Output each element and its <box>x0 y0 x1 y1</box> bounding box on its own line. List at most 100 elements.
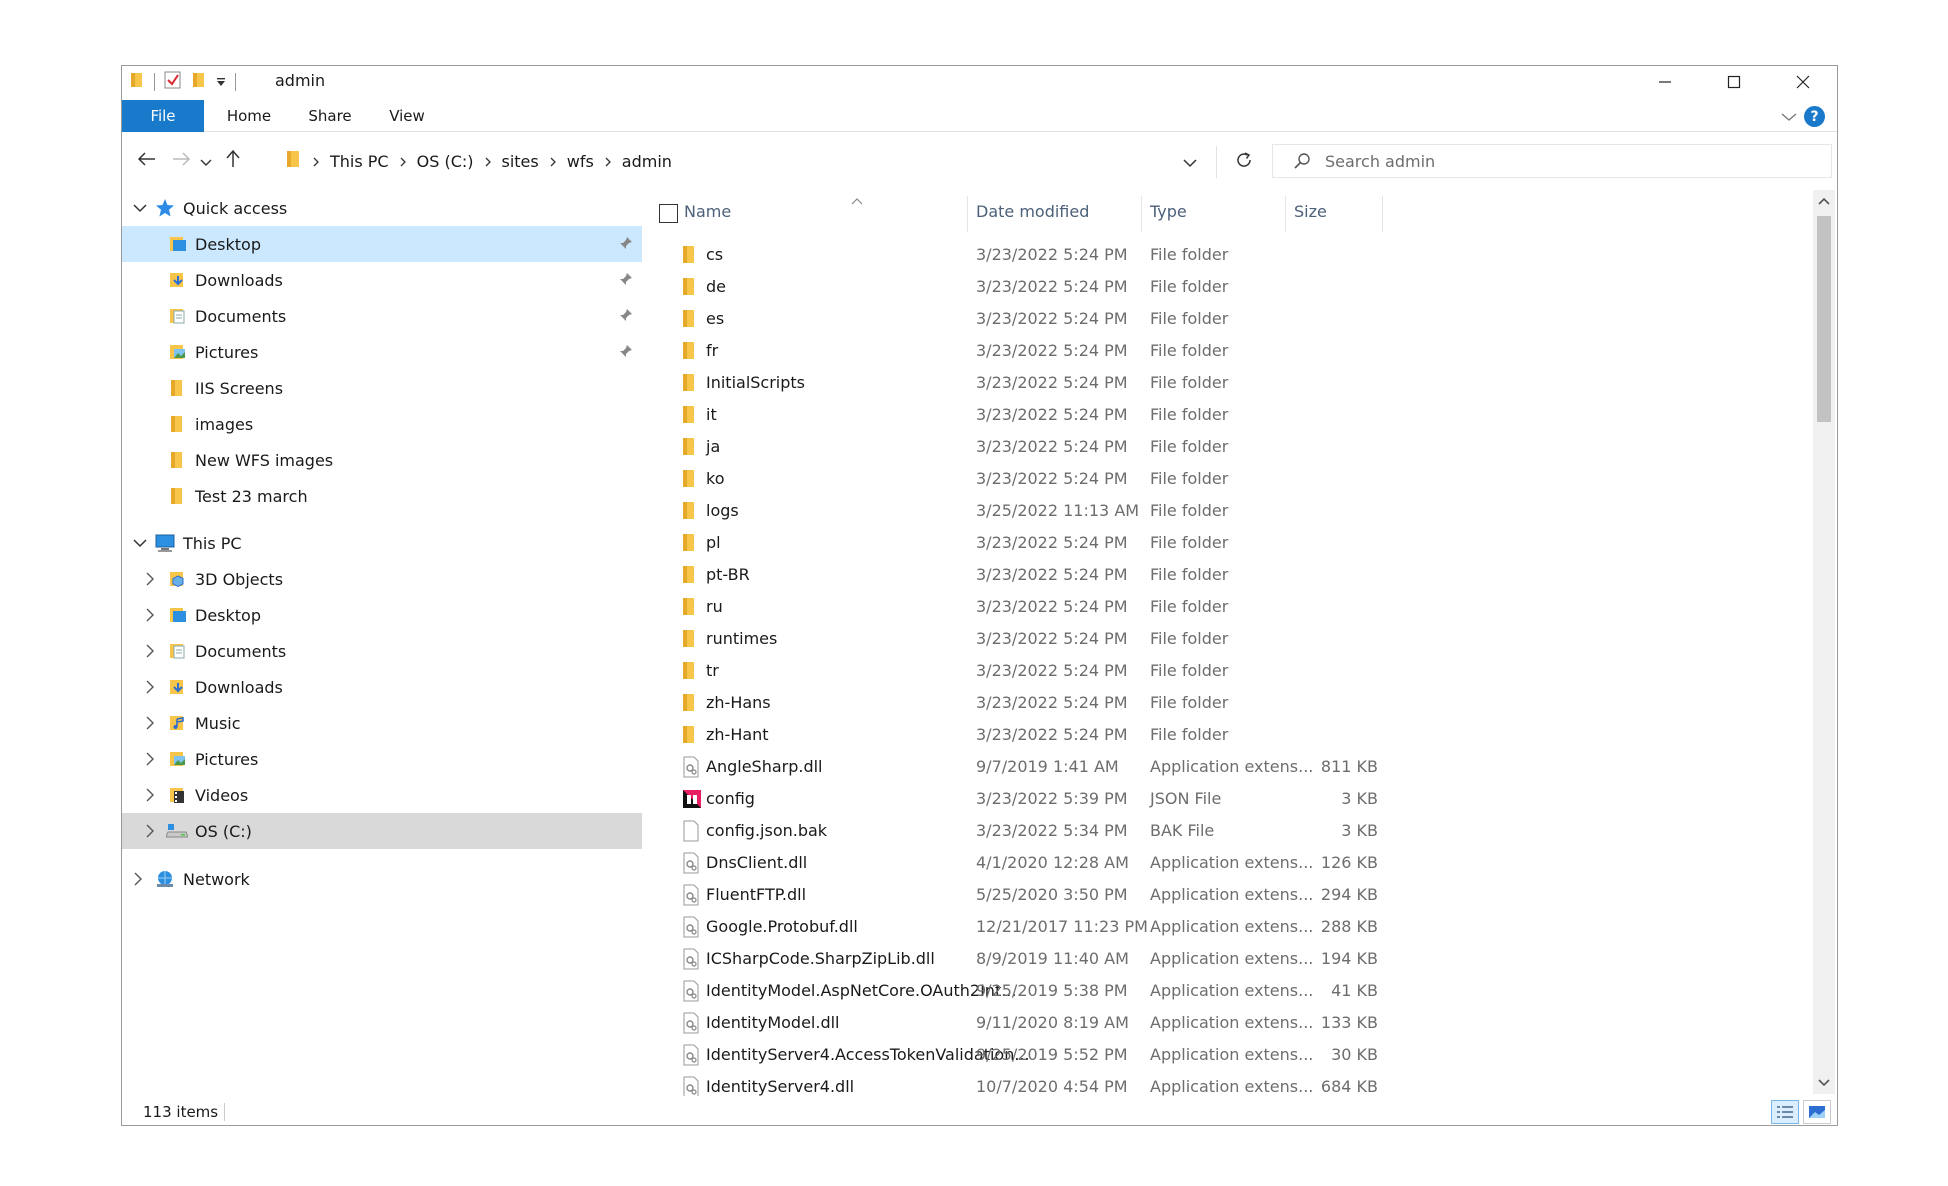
column-header-name[interactable]: Name <box>684 202 731 221</box>
breadcrumb-sites[interactable]: sites <box>474 152 539 171</box>
up-button[interactable] <box>218 144 248 178</box>
nav-quick-access[interactable]: Quick access <box>122 190 642 226</box>
file-row[interactable]: Google.Protobuf.dll 12/21/2017 11:23 PM Ap… <box>642 911 1812 943</box>
help-icon[interactable]: ? <box>1804 106 1825 127</box>
search-input[interactable]: Search admin <box>1325 152 1435 171</box>
breadcrumb-os-c[interactable]: OS (C:) <box>389 152 474 171</box>
chevron-right-icon[interactable] <box>142 643 158 659</box>
pin-icon[interactable] <box>619 271 633 290</box>
column-divider[interactable] <box>1382 196 1383 232</box>
tab-home[interactable]: Home <box>210 100 288 132</box>
chevron-right-icon[interactable] <box>130 871 146 887</box>
column-header-size[interactable]: Size <box>1294 202 1327 221</box>
file-row[interactable]: AngleSharp.dll 9/7/2019 1:41 AM Applicatio… <box>642 751 1812 783</box>
back-button[interactable] <box>132 144 162 178</box>
file-row[interactable]: IdentityServer4.AccessTokenValidation...… <box>642 1039 1812 1071</box>
column-header-type[interactable]: Type <box>1150 202 1187 221</box>
nav-pc-documents[interactable]: Documents <box>122 633 642 669</box>
nav-pc-os-c[interactable]: OS (C:) <box>122 813 642 849</box>
nav-quick-downloads[interactable]: Downloads <box>122 262 642 298</box>
file-row[interactable]: zh-Hant 3/23/2022 5:24 PM File folder <box>642 719 1812 751</box>
file-row[interactable]: runtimes 3/23/2022 5:24 PM File folder <box>642 623 1812 655</box>
column-header-date-modified[interactable]: Date modified <box>976 202 1089 221</box>
chevron-right-icon[interactable] <box>142 823 158 839</box>
file-row[interactable]: ICSharpCode.SharpZipLib.dll 8/9/2019 11:4… <box>642 943 1812 975</box>
recent-locations-button[interactable] <box>194 144 218 178</box>
file-row[interactable]: cs 3/23/2022 5:24 PM File folder <box>642 239 1812 271</box>
file-row[interactable]: InitialScripts 3/23/2022 5:24 PM File fold… <box>642 367 1812 399</box>
maximize-button[interactable] <box>1699 66 1768 98</box>
nav-pc-music[interactable]: Music <box>122 705 642 741</box>
file-row[interactable]: es 3/23/2022 5:24 PM File folder <box>642 303 1812 335</box>
expand-ribbon-icon[interactable] <box>1781 108 1797 127</box>
refresh-button[interactable] <box>1216 146 1270 178</box>
select-all-checkbox[interactable] <box>659 204 678 223</box>
address-dropdown-icon[interactable] <box>1182 154 1198 173</box>
chevron-right-icon[interactable] <box>142 715 158 731</box>
file-row[interactable]: IdentityModel.dll 9/11/2020 8:19 AM Applic… <box>642 1007 1812 1039</box>
breadcrumb-this-pc[interactable]: This PC <box>302 152 389 171</box>
new-folder-icon[interactable] <box>191 71 207 93</box>
chevron-right-icon[interactable] <box>142 607 158 623</box>
nav-pc-downloads[interactable]: Downloads <box>122 669 642 705</box>
file-row[interactable]: IdentityModel.AspNetCore.OAuth2Int... 9/2… <box>642 975 1812 1007</box>
scrollbar-thumb[interactable] <box>1817 216 1831 422</box>
nav-pc-videos[interactable]: Videos <box>122 777 642 813</box>
chevron-right-icon[interactable] <box>142 571 158 587</box>
nav-pc-3d-objects[interactable]: 3D Objects <box>122 561 642 597</box>
customize-qat-icon[interactable] <box>215 73 227 92</box>
search-box[interactable]: Search admin <box>1272 144 1832 178</box>
file-row[interactable]: ko 3/23/2022 5:24 PM File folder <box>642 463 1812 495</box>
breadcrumb-wfs[interactable]: wfs <box>539 152 594 171</box>
column-divider[interactable] <box>1141 196 1142 232</box>
nav-quick-documents[interactable]: Documents <box>122 298 642 334</box>
nav-this-pc[interactable]: This PC <box>122 525 642 561</box>
nav-quick-desktop[interactable]: Desktop <box>122 226 642 262</box>
tab-view[interactable]: View <box>372 100 442 132</box>
column-divider[interactable] <box>1285 196 1286 232</box>
chevron-right-icon[interactable] <box>142 751 158 767</box>
file-row[interactable]: DnsClient.dll 4/1/2020 12:28 AM Applicatio… <box>642 847 1812 879</box>
file-row[interactable]: IdentityServer4.dll 10/7/2020 4:54 PM Appl… <box>642 1071 1812 1096</box>
file-row[interactable]: config.json.bak 3/23/2022 5:34 PM BAK File… <box>642 815 1812 847</box>
nav-pc-pictures[interactable]: Pictures <box>122 741 642 777</box>
tab-file[interactable]: File <box>122 100 204 132</box>
file-row[interactable]: pt-BR 3/23/2022 5:24 PM File folder <box>642 559 1812 591</box>
properties-icon[interactable] <box>163 70 183 94</box>
file-row[interactable]: FluentFTP.dll 5/25/2020 3:50 PM Applicatio… <box>642 879 1812 911</box>
breadcrumb-admin[interactable]: admin <box>594 152 672 171</box>
scroll-up-icon[interactable] <box>1813 190 1835 212</box>
nav-quick-images[interactable]: images <box>122 406 642 442</box>
collapse-chevron-icon[interactable] <box>132 535 148 551</box>
tab-share[interactable]: Share <box>294 100 366 132</box>
details-view-button[interactable] <box>1771 1100 1799 1124</box>
vertical-scrollbar[interactable] <box>1813 190 1835 1094</box>
nav-quick-test-23-march[interactable]: Test 23 march <box>122 478 642 514</box>
column-divider[interactable] <box>967 196 968 232</box>
large-icons-view-button[interactable] <box>1803 1100 1831 1124</box>
file-row[interactable]: ja 3/23/2022 5:24 PM File folder <box>642 431 1812 463</box>
pin-icon[interactable] <box>619 307 633 326</box>
forward-button[interactable] <box>166 144 196 178</box>
nav-quick-new-wfs-images[interactable]: New WFS images <box>122 442 642 478</box>
nav-quick-iis-screens[interactable]: IIS Screens <box>122 370 642 406</box>
file-row[interactable]: zh-Hans 3/23/2022 5:24 PM File folder <box>642 687 1812 719</box>
nav-network[interactable]: Network <box>122 861 642 897</box>
collapse-chevron-icon[interactable] <box>132 200 148 216</box>
nav-quick-pictures[interactable]: Pictures <box>122 334 642 370</box>
file-row[interactable]: tr 3/23/2022 5:24 PM File folder <box>642 655 1812 687</box>
chevron-right-icon[interactable] <box>142 787 158 803</box>
pin-icon[interactable] <box>619 235 633 254</box>
file-row[interactable]: config 3/23/2022 5:39 PM JSON File 3 KB <box>642 783 1812 815</box>
scroll-down-icon[interactable] <box>1813 1072 1835 1094</box>
file-row[interactable]: ru 3/23/2022 5:24 PM File folder <box>642 591 1812 623</box>
minimize-button[interactable] <box>1630 66 1699 98</box>
file-row[interactable]: it 3/23/2022 5:24 PM File folder <box>642 399 1812 431</box>
address-bar[interactable]: This PC OS (C:) sites wfs admin <box>276 144 1283 178</box>
file-row[interactable]: de 3/23/2022 5:24 PM File folder <box>642 271 1812 303</box>
file-row[interactable]: logs 3/25/2022 11:13 AM File folder <box>642 495 1812 527</box>
close-button[interactable] <box>1768 66 1837 98</box>
nav-pc-desktop[interactable]: Desktop <box>122 597 642 633</box>
file-row[interactable]: fr 3/23/2022 5:24 PM File folder <box>642 335 1812 367</box>
pin-icon[interactable] <box>619 343 633 362</box>
